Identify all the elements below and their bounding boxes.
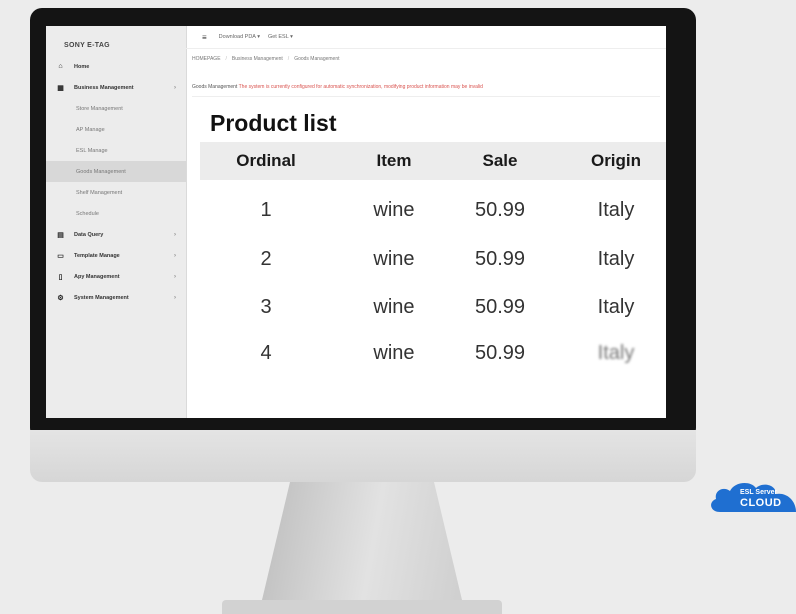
- database-icon: ▤: [57, 231, 64, 239]
- breadcrumb-separator: /: [287, 56, 290, 62]
- sidebar-item-home[interactable]: ⌂ Home: [46, 56, 186, 77]
- page-title: Product list: [210, 110, 337, 136]
- cell-item: wine: [373, 341, 415, 364]
- table-header: Ordinal Item Sale Origin: [200, 142, 666, 180]
- sidebar-item-label: ESL Manage: [76, 147, 108, 154]
- cloud-logo-line1: ESL Server: [740, 489, 778, 496]
- sidebar-item-data-query[interactable]: ▤ Data Query ›: [46, 224, 186, 245]
- cloud-logo-line2: CLOUD: [740, 497, 782, 509]
- sidebar-item-label: Schedule: [76, 210, 99, 217]
- home-icon: ⌂: [58, 63, 63, 70]
- chevron-right-icon: ›: [174, 273, 176, 280]
- column-header-sale[interactable]: Sale: [450, 151, 550, 171]
- table-row[interactable]: 2 wine 50.99 Italy: [200, 238, 666, 280]
- product-table: Ordinal Item Sale Origin 1 wine 50.99 It…: [200, 142, 666, 418]
- sidebar-nav: ⌂ Home ▦ Business Management › Store Man…: [46, 56, 186, 308]
- sidebar-item-business-management[interactable]: ▦ Business Management ›: [46, 77, 186, 98]
- sidebar-item-system-management[interactable]: ⚙ System Management ›: [46, 287, 186, 308]
- sidebar-item-label: Data Query: [74, 231, 104, 238]
- sidebar-item-label: AP Manage: [76, 126, 105, 133]
- table-row[interactable]: 4 wine 50.99 Italy: [200, 332, 666, 374]
- column-header-item[interactable]: Item: [344, 151, 444, 171]
- cell-origin: Italy: [597, 341, 635, 364]
- monitor-stand: [262, 482, 462, 600]
- top-bar: ≡ Download PDA ▾ Get ESL ▾: [186, 26, 666, 49]
- cell-ordinal: 3: [260, 295, 272, 318]
- sidebar-item-label: Template Manage: [74, 252, 120, 259]
- brand-logo: SONY E-TAG: [64, 42, 110, 49]
- sidebar-item-label: Store Management: [76, 105, 123, 112]
- cell-ordinal: 4: [260, 341, 272, 364]
- sidebar-item-esl-manage[interactable]: ESL Manage: [46, 140, 186, 161]
- breadcrumb-section[interactable]: Business Management: [232, 56, 283, 62]
- sidebar-item-label: Goods Management: [76, 168, 126, 175]
- sidebar-item-label: Shelf Management: [76, 189, 123, 196]
- cell-item: wine: [373, 295, 415, 318]
- cell-origin: Italy: [597, 247, 635, 270]
- monitor-stand-base: [222, 600, 502, 614]
- chevron-right-icon: ›: [174, 84, 176, 91]
- cell-sale: 50.99: [474, 341, 526, 364]
- sidebar-item-label: System Management: [74, 294, 129, 301]
- column-header-origin[interactable]: Origin: [566, 151, 666, 171]
- sidebar-item-template-manage[interactable]: ▭ Template Manage ›: [46, 245, 186, 266]
- breadcrumb-home[interactable]: HOMEPAGE: [192, 56, 221, 62]
- template-icon: ▭: [57, 252, 64, 260]
- cell-sale: 50.99: [474, 198, 526, 221]
- cell-item: wine: [373, 247, 415, 270]
- sidebar-item-store-management[interactable]: Store Management: [46, 98, 186, 119]
- sync-notice: Goods Management The system is currently…: [192, 84, 662, 90]
- cell-origin: Italy: [597, 198, 635, 221]
- sidebar-item-label: Apy Management: [74, 273, 120, 280]
- screen: SONY E-TAG ⌂ Home ▦ Business Management …: [46, 26, 666, 418]
- cell-ordinal: 2: [260, 247, 272, 270]
- chevron-right-icon: ›: [174, 231, 176, 238]
- breadcrumb: HOMEPAGE / Business Management / Goods M…: [192, 56, 340, 62]
- column-header-ordinal[interactable]: Ordinal: [216, 151, 316, 171]
- sidebar-item-shelf-management[interactable]: Shelf Management: [46, 182, 186, 203]
- chevron-right-icon: ›: [174, 294, 176, 301]
- sidebar: SONY E-TAG ⌂ Home ▦ Business Management …: [46, 26, 187, 418]
- notice-prefix: Goods Management: [192, 84, 238, 90]
- grid-icon: ▦: [57, 84, 64, 92]
- get-esl-dropdown[interactable]: Get ESL ▾: [268, 34, 293, 40]
- breadcrumb-separator: /: [225, 56, 227, 62]
- sidebar-item-apy-management[interactable]: ▯ Apy Management ›: [46, 266, 186, 287]
- table-row[interactable]: 1 wine 50.99 Italy: [200, 189, 666, 231]
- download-pda-dropdown[interactable]: Download PDA ▾: [219, 34, 260, 40]
- table-row[interactable]: 3 wine 50.99 Italy: [200, 286, 666, 328]
- sidebar-item-label: Business Management: [74, 84, 134, 91]
- sidebar-item-ap-manage[interactable]: AP Manage: [46, 119, 186, 140]
- monitor-chin: [30, 430, 696, 482]
- cell-ordinal: 1: [260, 198, 272, 221]
- sidebar-item-label: Home: [74, 63, 90, 70]
- breadcrumb-page: Goods Management: [294, 56, 340, 62]
- cell-sale: 50.99: [474, 247, 526, 270]
- cell-item: wine: [373, 198, 415, 221]
- chevron-right-icon: ›: [174, 252, 176, 259]
- sidebar-item-schedule[interactable]: Schedule: [46, 203, 186, 224]
- hamburger-menu-icon[interactable]: ≡: [202, 33, 207, 42]
- sidebar-item-goods-management[interactable]: Goods Management: [46, 161, 186, 182]
- settings-icon: ⚙: [57, 294, 64, 302]
- cell-origin: Italy: [597, 295, 635, 318]
- device-icon: ▯: [58, 273, 63, 281]
- notice-warning: The system is currently configured for a…: [238, 84, 483, 90]
- cell-sale: 50.99: [474, 295, 526, 318]
- divider: [192, 96, 660, 97]
